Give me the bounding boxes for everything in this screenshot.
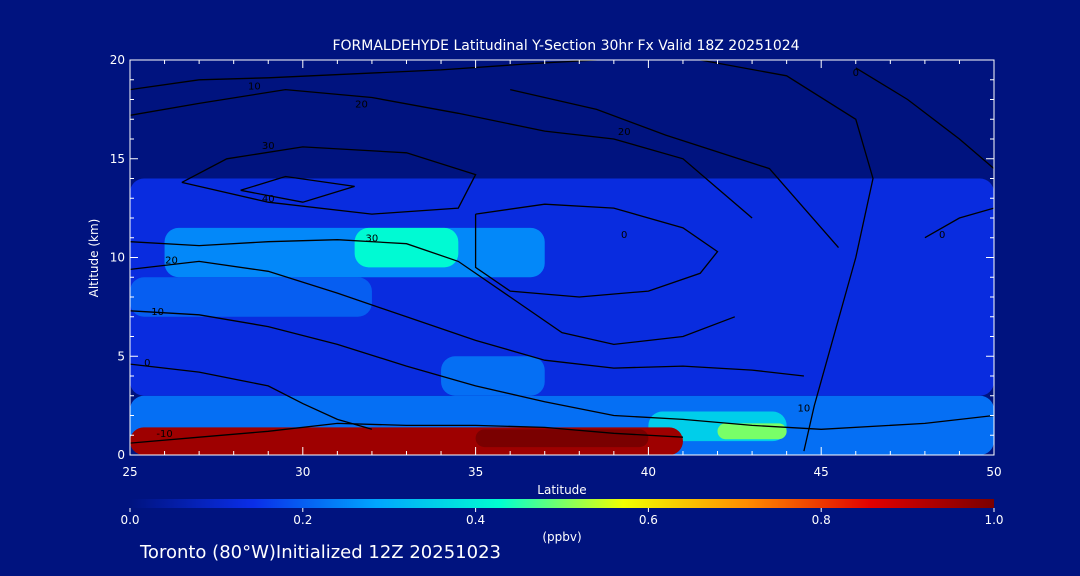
heatmap-region bbox=[130, 277, 372, 317]
colorbar-unit: (ppbv) bbox=[542, 530, 581, 544]
colorbar-ticks: 0.0 0.2 0.4 0.6 0.8 1.0 bbox=[120, 508, 1004, 527]
heatmap-region bbox=[164, 227, 545, 278]
contour-label: 0 bbox=[144, 358, 150, 369]
x-axis-label: Latitude bbox=[537, 483, 586, 497]
y-tick-label: 0 bbox=[117, 448, 125, 462]
contour-label: 20 bbox=[355, 99, 368, 110]
contour-label: 40 bbox=[262, 194, 275, 205]
heatmap-region bbox=[475, 429, 649, 448]
footer-caption: Toronto (80°W)Initialized 12Z 20251023 bbox=[140, 542, 501, 563]
colorbar-tick-label: 0.0 bbox=[120, 513, 139, 527]
y-tick-label: 10 bbox=[110, 251, 125, 265]
x-tick-label: 30 bbox=[295, 465, 310, 479]
x-tick-label: 25 bbox=[122, 465, 137, 479]
contour-label: 0 bbox=[853, 68, 859, 79]
plot-area: -10 0 0 10 20 30 0 30 40 20 10 20 10 0 bbox=[129, 59, 995, 456]
x-tick-label: 35 bbox=[468, 465, 483, 479]
chart-figure: FORMALDEHYDE Latitudinal Y-Section 30hr … bbox=[87, 38, 1004, 544]
contour-label: 30 bbox=[262, 141, 275, 152]
colorbar-tick-label: 0.2 bbox=[293, 513, 312, 527]
y-tick-label: 15 bbox=[110, 152, 125, 166]
x-tick-label: 40 bbox=[641, 465, 656, 479]
colorbar-bar bbox=[130, 499, 994, 508]
y-axis-label: Altitude (km) bbox=[87, 219, 101, 298]
contour-label: 30 bbox=[366, 234, 379, 245]
contour-label: 10 bbox=[248, 82, 261, 93]
contour-label: 0 bbox=[621, 230, 627, 241]
colorbar: 0.0 0.2 0.4 0.6 0.8 1.0 (ppbv) bbox=[120, 499, 1004, 544]
colorbar-tick-label: 0.4 bbox=[466, 513, 485, 527]
contour-label: 20 bbox=[618, 127, 631, 138]
colorbar-tick-label: 0.8 bbox=[812, 513, 831, 527]
contour-label: 10 bbox=[151, 307, 164, 318]
contour-label: -10 bbox=[156, 429, 172, 440]
y-tick-label: 20 bbox=[110, 53, 125, 67]
colorbar-tick-label: 0.6 bbox=[639, 513, 658, 527]
x-tick-label: 50 bbox=[986, 465, 1001, 479]
colorbar-tick-label: 1.0 bbox=[984, 513, 1003, 527]
x-tick-label: 45 bbox=[814, 465, 829, 479]
contour-label: 20 bbox=[165, 255, 178, 266]
contour-label: 10 bbox=[798, 404, 811, 415]
y-tick-label: 5 bbox=[117, 349, 125, 363]
chart-title: FORMALDEHYDE Latitudinal Y-Section 30hr … bbox=[332, 38, 799, 54]
contour-label: 0 bbox=[939, 230, 945, 241]
